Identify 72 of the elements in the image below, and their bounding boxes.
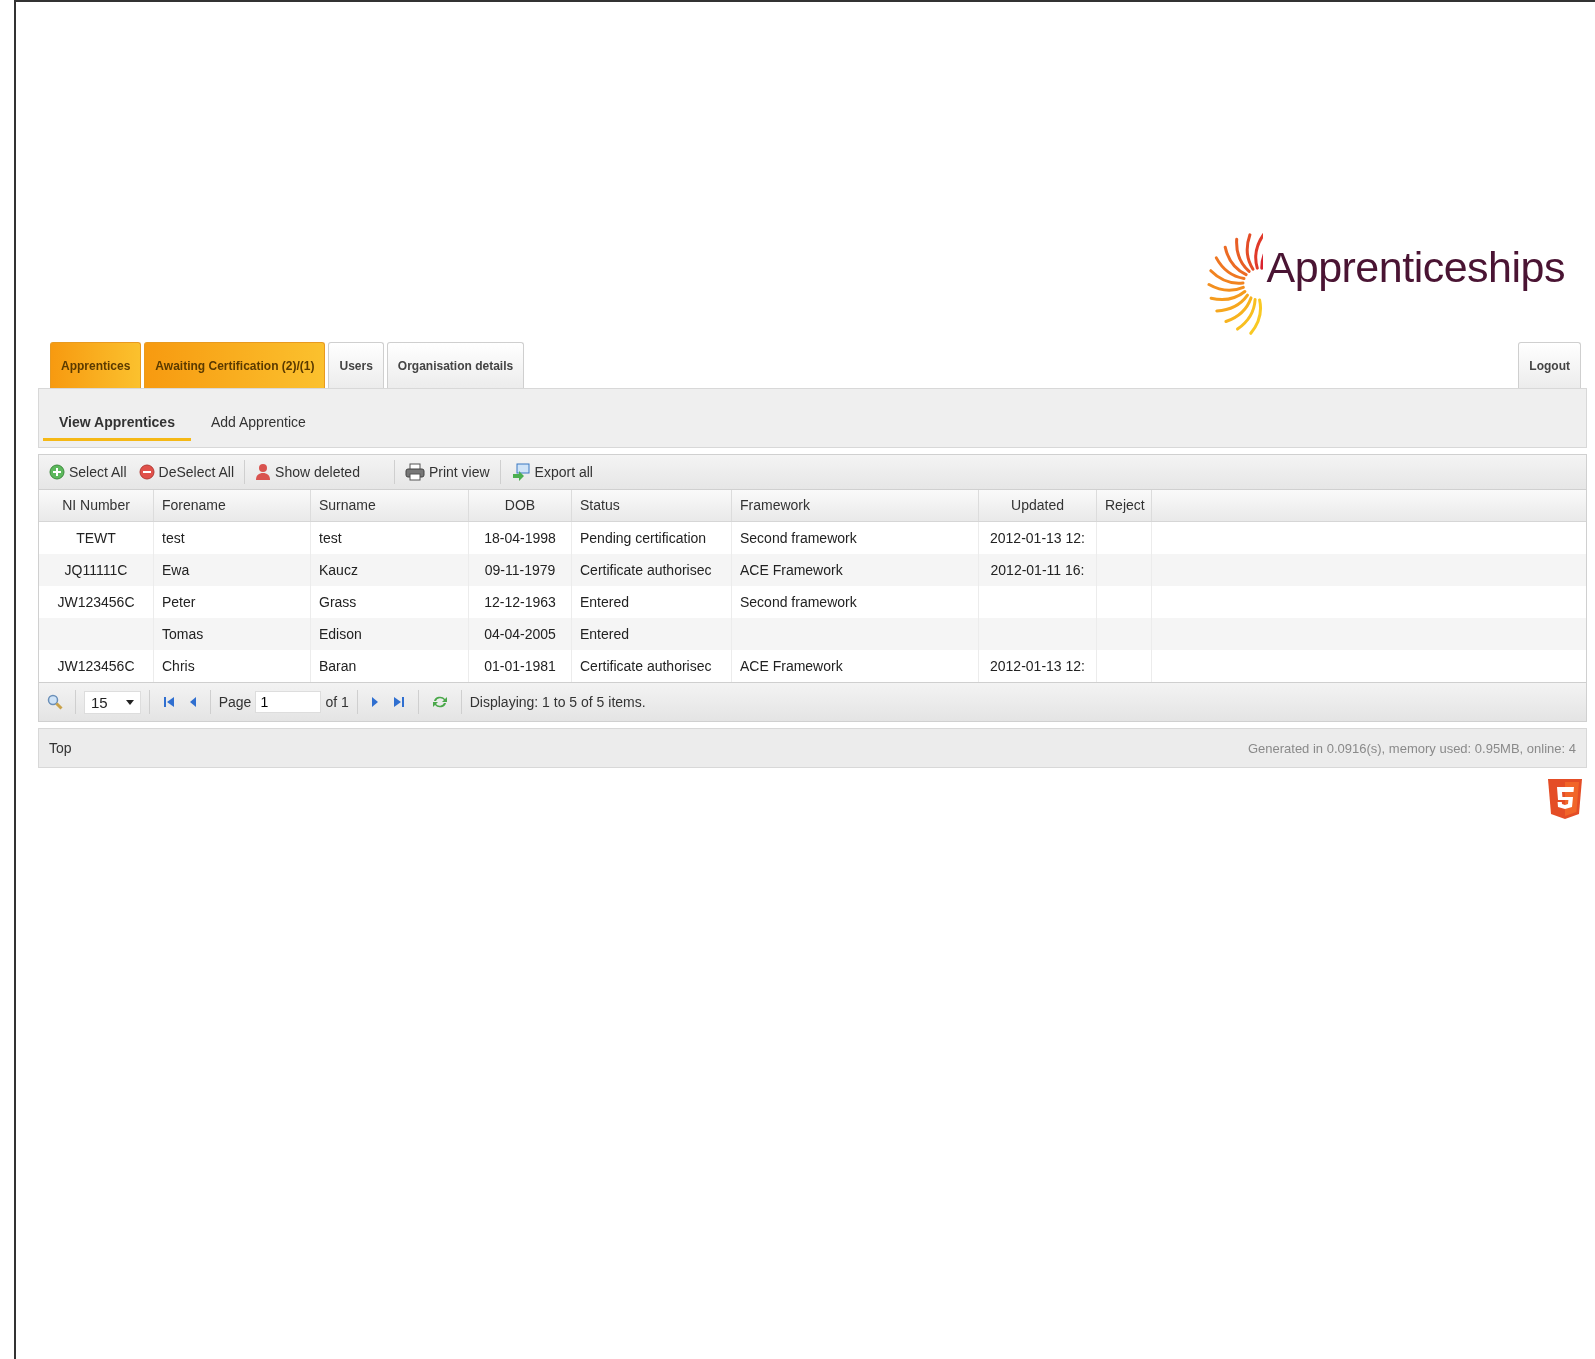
export-icon <box>510 462 531 482</box>
table-cell: Baran <box>319 658 357 674</box>
table-cell: JW123456C <box>57 658 135 674</box>
plus-icon <box>49 464 65 480</box>
column-header[interactable]: Framework <box>732 490 979 521</box>
nav-tab[interactable]: Apprentices <box>50 342 142 388</box>
person-icon <box>255 463 272 481</box>
sub-tab[interactable]: Add Apprentice <box>194 403 322 441</box>
sunburst-logo-icon <box>1206 230 1263 338</box>
toolbar-button[interactable]: Select All <box>43 457 133 487</box>
table-cell: 04-04-2005 <box>484 626 556 642</box>
triangle-right-icon <box>369 695 380 709</box>
column-header[interactable]: Reject <box>1097 490 1152 521</box>
column-header[interactable]: Status <box>572 490 732 521</box>
column-header[interactable]: DOB <box>469 490 572 521</box>
table-cell: Chris <box>162 658 195 674</box>
table-cell: ACE Framework <box>740 658 843 674</box>
top-link[interactable]: Top <box>49 740 72 756</box>
logo-text: Apprenticeships <box>1266 242 1565 292</box>
sub-tab[interactable]: View Apprentices <box>43 403 191 441</box>
table-cell: 18-04-1998 <box>484 530 556 546</box>
toolbar-button[interactable]: Export all <box>504 457 599 487</box>
toolbar-button[interactable]: Print view <box>398 457 496 487</box>
printer-icon <box>404 463 425 481</box>
nav-tab[interactable]: Awaiting Certification (2)/(1) <box>144 342 326 388</box>
table-cell: Peter <box>162 594 196 610</box>
last-page-icon <box>391 695 406 709</box>
page-number-field[interactable]: 1 <box>255 691 322 713</box>
nav-tab[interactable]: Organisation details <box>386 342 525 388</box>
table-cell: Certificate authorisec <box>580 658 712 674</box>
table-cell: 12-12-1963 <box>484 594 556 610</box>
table-cell: JW123456C <box>57 594 135 610</box>
column-header[interactable]: Forename <box>154 490 311 521</box>
refresh-icon <box>430 694 449 710</box>
minus-icon <box>138 464 155 480</box>
table-cell: JQ11111C <box>64 562 128 578</box>
page-size-select[interactable]: 15 <box>84 690 141 714</box>
table-cell: 09-11-1979 <box>484 562 556 578</box>
first-page-icon <box>161 695 176 709</box>
table-cell: Pending certification <box>580 530 707 546</box>
search-icon <box>47 694 63 710</box>
table-cell: Certificate authorisec <box>580 562 712 578</box>
table-cell: Tomas <box>162 626 204 642</box>
display-summary: Displaying: 1 to 5 of 5 items. <box>469 694 646 710</box>
page-count: of 1 <box>325 694 349 710</box>
table-cell: 2012-01-13 12: <box>990 530 1085 546</box>
column-header[interactable]: NI Number <box>39 490 154 521</box>
generation-stats: Generated in 0.0916(s), memory used: 0.95MB, online: 4 <box>1247 740 1576 756</box>
html5-shield-icon <box>1547 778 1583 820</box>
table-cell: 2012-01-11 16: <box>990 562 1085 578</box>
table-cell: Kaucz <box>319 562 358 578</box>
table-cell: Edison <box>319 626 362 642</box>
table-cell: Entered <box>580 594 630 610</box>
table-cell: Second framework <box>740 594 857 610</box>
caret-icon <box>125 699 134 705</box>
table-cell: 01-01-1981 <box>484 658 556 674</box>
table-cell: Grass <box>319 594 357 610</box>
table-cell: Ewa <box>162 562 190 578</box>
table-cell: Second framework <box>740 530 857 546</box>
toolbar-button[interactable]: DeSelect All <box>132 457 241 487</box>
table-cell: ACE Framework <box>740 562 843 578</box>
table-cell: Entered <box>580 626 630 642</box>
column-header[interactable]: Surname <box>311 490 469 521</box>
table-cell: test <box>319 530 342 546</box>
table-cell: TEWT <box>76 530 116 546</box>
page-label: Page <box>218 694 252 710</box>
toolbar-button[interactable]: Show deleted <box>249 457 390 487</box>
table-cell: 2012-01-13 12: <box>990 658 1085 674</box>
table-cell: test <box>162 530 185 546</box>
nav-tab[interactable]: Users <box>328 342 384 388</box>
logout-button[interactable]: Logout <box>1518 342 1581 388</box>
column-header[interactable]: Updated <box>979 490 1097 521</box>
